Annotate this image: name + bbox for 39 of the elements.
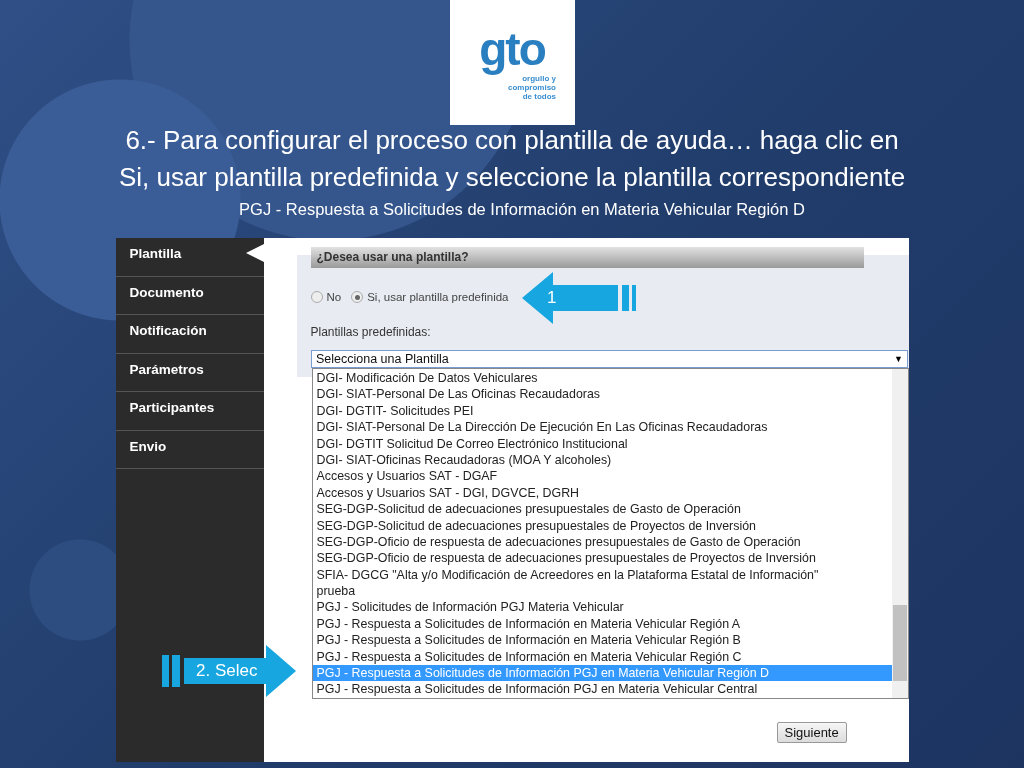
list-option[interactable]: DGI- SIAT-Oficinas Recaudadoras (MOA Y alcoholes) <box>312 451 892 469</box>
list-option[interactable]: PGJ - Respuesta a Solicitudes de Información PGJ en Materia Vehicular Central <box>312 681 892 698</box>
section-header: ¿Desea usar una plantilla? <box>310 247 864 268</box>
radio-label: Si, usar plantilla predefinida <box>367 291 509 303</box>
radio-label: No <box>326 291 342 303</box>
template-select[interactable]: Selecciona una Plantilla ▼ <box>311 350 908 368</box>
sidebar-item[interactable]: Plantilla <box>115 238 264 277</box>
list-option[interactable]: Accesos y Usuarios SAT - DGI, DGVCE, DGRH <box>312 484 892 502</box>
list-option[interactable]: Accesos y Usuarios SAT - DGAF <box>312 468 892 485</box>
scrollbar[interactable] <box>891 369 908 698</box>
list-option[interactable]: SFIA- DGCG "Alta y/o Modificación de Acreedores en la Plataforma Estatal de Información" <box>312 566 892 584</box>
field-label: Plantillas predefinidas: <box>310 325 432 339</box>
sidebar-item[interactable]: Notificación <box>115 315 264 354</box>
list-option[interactable]: SEG-DGP-Oficio de respuesta de adecuaciones presupuestales de Proyectos de Inversión <box>312 550 892 567</box>
logo-tagline: orgullo y compromiso de todos <box>508 74 556 101</box>
list-option[interactable]: SEG-DGP-Oficio de respuesta de adecuaciones presupuestales de Gasto de Operación <box>312 533 892 551</box>
list-option[interactable]: PGJ - Respuesta a Solicitudes de Información en Materia Vehicular Región C <box>312 648 892 666</box>
list-option[interactable]: DGI- DGTIT Solicitud De Correo Electrónico Institucional <box>312 435 892 452</box>
list-option[interactable]: SEG-DGP-Solicitud de adecuaciones presupuestales de Proyectos de Inversión <box>312 517 892 534</box>
list-option[interactable]: DGI- Modificación De Datos Vehiculares <box>312 370 892 387</box>
slide-subtitle: PGJ - Respuesta a Solicitudes de Información en Materia Vehicular Región D <box>239 200 805 219</box>
slide-title: 6.- Para configurar el proceso con plantilla de ayuda… haga clic en Si, usar plantilla predefinida y seleccione la plantilla correspondiente <box>118 124 906 194</box>
logo-wordmark: gto <box>479 24 545 74</box>
sidebar-item[interactable]: Envio <box>115 430 264 469</box>
list-option[interactable]: DGI- SIAT-Personal De La Dirección De Ejecución En Las Oficinas Recaudadoras <box>312 419 892 436</box>
list-option[interactable]: PGJ - Respuesta a Solicitudes de Información en Materia Vehicular Región B <box>312 632 892 649</box>
radio-button[interactable] <box>351 291 364 303</box>
sidebar-item[interactable]: Documento <box>115 276 264 315</box>
list-option[interactable]: PGJ - Respuesta a Solicitudes de Información en Materia Vehicular Región A <box>312 615 892 633</box>
list-option[interactable]: prueba <box>312 583 892 600</box>
caret-icon: ▼ <box>894 354 903 364</box>
next-button[interactable]: Siguiente <box>776 722 847 743</box>
list-option[interactable]: SEG-DGP-Solicitud de adecuaciones presupuestales de Gasto de Operación <box>312 501 892 518</box>
sidebar-item[interactable]: Parámetros <box>115 353 264 392</box>
list-option[interactable]: PGJ - Solicitudes de Información PGJ Materia Vehicular <box>312 599 892 616</box>
list-option[interactable]: DGI- SIAT-Personal De Las Oficinas Recaudadoras <box>312 386 892 403</box>
radio-button[interactable] <box>310 291 323 303</box>
list-option[interactable]: DGI- DGTIT- Solicitudes PEI <box>312 402 892 420</box>
sidebar-item[interactable]: Participantes <box>115 392 264 431</box>
